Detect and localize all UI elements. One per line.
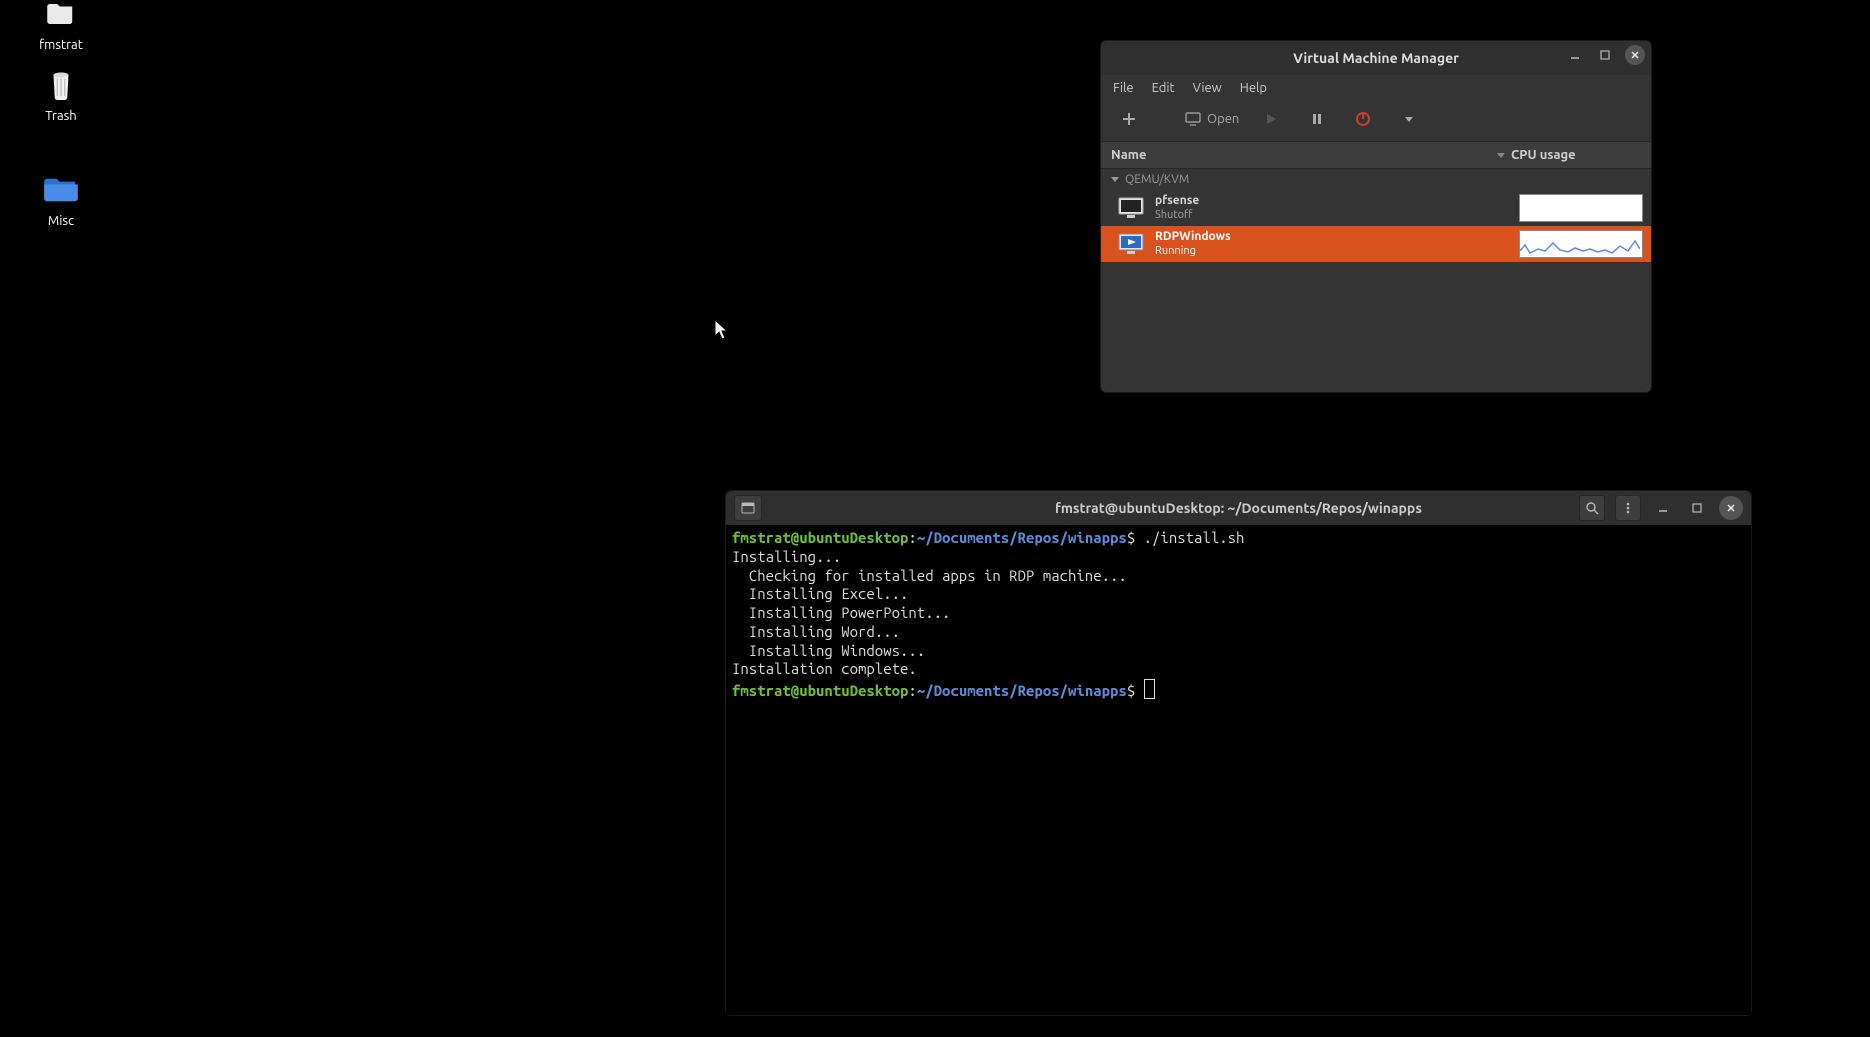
desktop-label: Trash <box>25 109 97 123</box>
desktop-label: Misc <box>25 214 97 228</box>
virt-manager-window[interactable]: Virtual Machine Manager File Edit View H… <box>1100 40 1652 393</box>
minimize-button[interactable] <box>1651 496 1675 520</box>
vm-row-pfsense[interactable]: pfsense Shutoff <box>1101 190 1651 226</box>
terminal-screen[interactable]: fmstrat@ubuntuDesktop:~/Documents/Repos/… <box>726 525 1751 1015</box>
titlebar[interactable]: Virtual Machine Manager <box>1101 41 1651 75</box>
home-icon <box>41 0 81 34</box>
search-icon <box>1585 501 1599 515</box>
menu-edit[interactable]: Edit <box>1152 81 1175 95</box>
desktop-label: fmstrat <box>25 38 97 52</box>
terminal-icon <box>741 502 755 514</box>
desktop-icon-folder[interactable]: Misc <box>25 170 97 228</box>
folder-icon <box>41 170 81 210</box>
vm-state-icon <box>1117 196 1145 220</box>
connection-name: QEMU/KVM <box>1125 173 1189 186</box>
cpu-graph <box>1519 194 1643 222</box>
menu-help[interactable]: Help <box>1240 81 1267 95</box>
kebab-icon <box>1621 501 1635 515</box>
sort-indicator-icon <box>1497 151 1505 159</box>
vm-name: RDPWindows <box>1155 230 1509 244</box>
shutdown-button[interactable] <box>1343 105 1383 133</box>
new-tab-button[interactable] <box>734 495 762 521</box>
close-button[interactable] <box>1625 45 1645 65</box>
menu-view[interactable]: View <box>1193 81 1222 95</box>
maximize-button[interactable] <box>1595 45 1615 65</box>
expand-icon <box>1111 177 1119 182</box>
col-cpu-label: CPU usage <box>1511 148 1641 162</box>
menubar: File Edit View Help <box>1101 75 1651 101</box>
cpu-graph <box>1519 230 1643 258</box>
connection-row[interactable]: QEMU/KVM <box>1101 169 1651 190</box>
close-button[interactable] <box>1719 496 1743 520</box>
vm-state: Shutoff <box>1155 209 1509 222</box>
desktop-icon-trash[interactable]: Trash <box>25 65 97 123</box>
monitor-icon <box>1185 112 1201 126</box>
menu-file[interactable]: File <box>1113 81 1134 95</box>
mouse-cursor <box>715 320 731 345</box>
open-label: Open <box>1207 112 1239 126</box>
vm-state-icon <box>1117 232 1145 256</box>
column-headers: Name CPU usage <box>1101 142 1651 169</box>
search-button[interactable] <box>1579 495 1605 521</box>
menu-button[interactable] <box>1615 495 1641 521</box>
open-button[interactable]: Open <box>1179 105 1245 133</box>
minimize-button[interactable] <box>1565 45 1585 65</box>
col-name-label: Name <box>1111 148 1146 162</box>
new-vm-button[interactable] <box>1109 105 1149 133</box>
vm-list-empty-area <box>1101 262 1651 392</box>
maximize-button[interactable] <box>1685 496 1709 520</box>
vm-name: pfsense <box>1155 194 1509 208</box>
vm-state: Running <box>1155 245 1509 258</box>
trash-icon <box>41 65 81 105</box>
pause-button[interactable] <box>1297 105 1337 133</box>
terminal-window[interactable]: fmstrat@ubuntuDesktop: ~/Documents/Repos… <box>725 490 1752 1016</box>
titlebar[interactable]: fmstrat@ubuntuDesktop: ~/Documents/Repos… <box>726 491 1751 525</box>
desktop-icon-home[interactable]: fmstrat <box>25 0 97 52</box>
shutdown-dropdown[interactable] <box>1389 105 1429 133</box>
window-title: Virtual Machine Manager <box>1293 50 1459 66</box>
toolbar: Open <box>1101 101 1651 142</box>
vm-row-rdpwindows[interactable]: RDPWindows Running <box>1101 226 1651 262</box>
run-button[interactable] <box>1251 105 1291 133</box>
